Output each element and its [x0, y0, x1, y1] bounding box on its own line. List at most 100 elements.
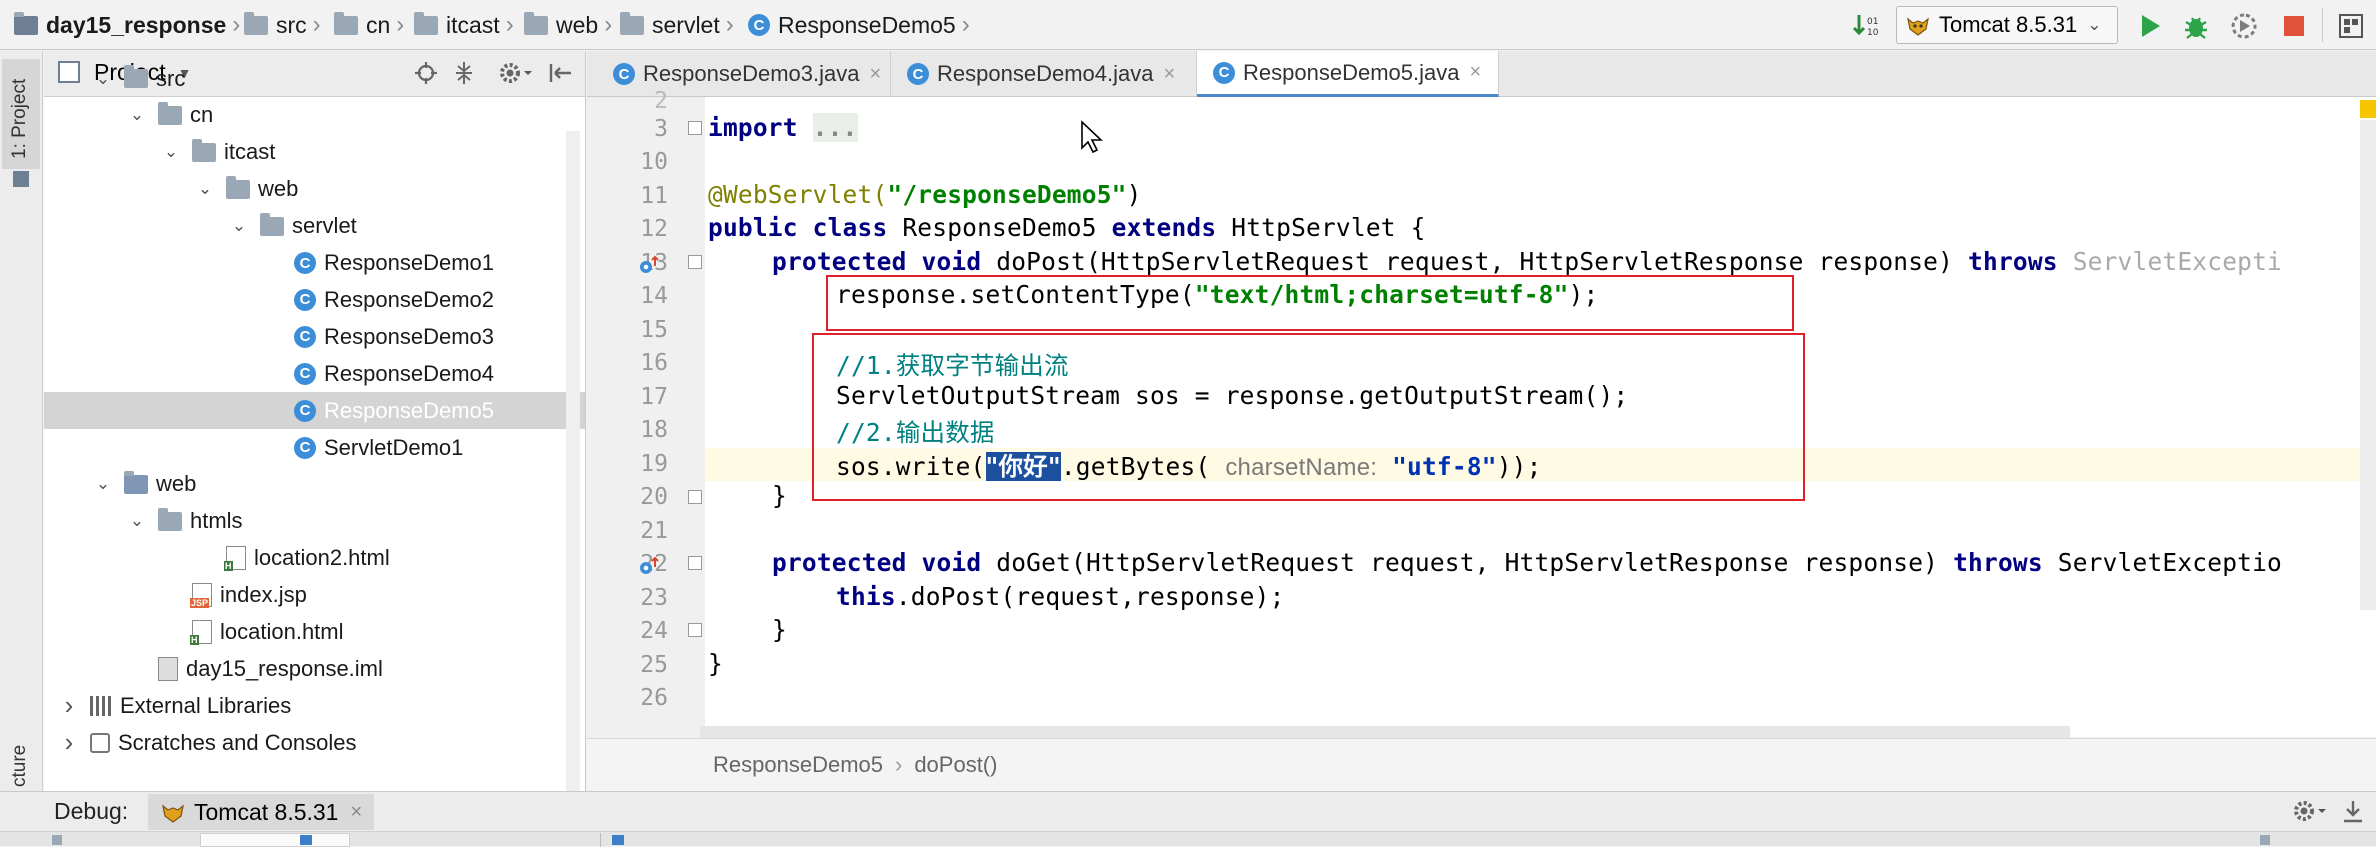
- fold-end-icon[interactable]: [688, 623, 702, 637]
- code-line-23: this.doPost(request,response);: [836, 582, 1285, 611]
- breadcrumb-method[interactable]: doPost(): [914, 752, 997, 778]
- editor-scrollbar[interactable]: [2360, 120, 2376, 610]
- breadcrumb-web[interactable]: web ›: [524, 0, 612, 50]
- debug-icon[interactable]: [2180, 10, 2212, 42]
- fold-collapse-icon[interactable]: [688, 556, 702, 570]
- tree-item-cn[interactable]: ⌄ cn: [44, 97, 585, 134]
- tree-item-servlet[interactable]: ⌄ servlet: [44, 208, 585, 245]
- line-number: 16: [640, 350, 668, 376]
- tree-item-location-html[interactable]: Hlocation.html: [44, 614, 585, 651]
- folded-imports[interactable]: ...: [812, 113, 858, 142]
- tree-item-responsedemo3[interactable]: C ResponseDemo3: [44, 318, 585, 355]
- breadcrumb-servlet[interactable]: servlet ›: [620, 0, 734, 50]
- breadcrumb-label: cn: [366, 11, 391, 38]
- tree-item-web[interactable]: ⌄ web: [44, 171, 585, 208]
- line-number: 17: [640, 384, 668, 410]
- tab-label: ResponseDemo4.java: [937, 61, 1154, 86]
- tree-item-location2-html[interactable]: Hlocation2.html: [44, 540, 585, 577]
- close-icon[interactable]: ×: [1163, 63, 1175, 86]
- project-panel: Project ▼ ⌄src⌄cn⌄itcast⌄web⌄servletCRes…: [44, 51, 586, 791]
- fold-end-icon[interactable]: [688, 490, 702, 504]
- expand-arrow-icon[interactable]: ⌄: [126, 511, 148, 531]
- line-number: 23: [640, 585, 668, 611]
- tree-item-day15-response-iml[interactable]: day15_response.iml: [44, 650, 585, 687]
- iml-file-icon: [158, 656, 178, 681]
- tree-item-htmls[interactable]: ⌄ htmls: [44, 503, 585, 540]
- close-icon[interactable]: ×: [1469, 61, 1481, 84]
- project-structure-icon[interactable]: [2334, 10, 2368, 42]
- tree-item-label: servlet: [292, 213, 357, 239]
- fold-expand-icon[interactable]: [688, 121, 702, 135]
- class-icon: C: [294, 252, 316, 274]
- svg-text:01: 01: [1867, 17, 1878, 27]
- breadcrumb-label: servlet: [652, 11, 720, 38]
- keyword: this: [836, 582, 896, 611]
- code-line-25: }: [708, 649, 723, 678]
- run-configuration-select[interactable]: Tomcat 8.5.31 ⌄: [1896, 6, 2118, 44]
- folder-icon: [620, 11, 644, 35]
- expand-arrow-icon[interactable]: ⌄: [92, 69, 114, 89]
- close-icon[interactable]: ×: [350, 801, 362, 824]
- frames-icon[interactable]: [300, 835, 312, 845]
- tree-item-label: src: [156, 65, 186, 91]
- tree-item-itcast[interactable]: ⌄ itcast: [44, 134, 585, 171]
- sort-icon[interactable]: 01 10: [1850, 10, 1880, 40]
- horizontal-scrollbar[interactable]: [700, 726, 2070, 738]
- run-icon[interactable]: [2134, 10, 2166, 42]
- breadcrumb-class[interactable]: C ResponseDemo5 ›: [748, 0, 970, 50]
- tree-item-responsedemo5[interactable]: C ResponseDemo5: [44, 392, 585, 430]
- keyword: public class: [708, 213, 888, 242]
- tree-item-index-jsp[interactable]: JSP index.jsp: [44, 577, 585, 614]
- expand-arrow-icon[interactable]: ⌄: [160, 142, 182, 162]
- tree-item-scratches-and-consoles[interactable]: › Scratches and Consoles: [44, 724, 585, 761]
- collapse-arrow-icon[interactable]: ›: [58, 690, 80, 721]
- breadcrumb-src[interactable]: src ›: [244, 0, 321, 50]
- line-number: 10: [640, 149, 668, 175]
- expand-arrow-icon[interactable]: ⌄: [126, 105, 148, 125]
- tree-item-responsedemo4[interactable]: C ResponseDemo4: [44, 355, 585, 392]
- tree-item-responsedemo2[interactable]: C ResponseDemo2: [44, 281, 585, 318]
- override-method-icon[interactable]: [638, 254, 660, 276]
- tree-item-external-libraries[interactable]: › External Libraries: [44, 687, 585, 724]
- override-method-icon[interactable]: [638, 555, 660, 577]
- tab-responsedemo5[interactable]: C ResponseDemo5.java ×: [1197, 51, 1499, 97]
- coverage-icon[interactable]: [2228, 10, 2260, 42]
- breadcrumb-cn[interactable]: cn ›: [334, 0, 404, 50]
- settings-gear-icon[interactable]: [2290, 796, 2330, 826]
- close-icon[interactable]: ×: [869, 63, 881, 86]
- breadcrumb-itcast[interactable]: itcast ›: [414, 0, 514, 50]
- fold-collapse-icon[interactable]: [688, 255, 702, 269]
- hide-panel-icon[interactable]: [2338, 796, 2368, 826]
- tree-scrollbar[interactable]: [566, 131, 580, 791]
- folder-icon: [244, 11, 268, 35]
- stop-icon[interactable]: [2278, 10, 2310, 42]
- tree-item-web[interactable]: ⌄ web: [44, 466, 585, 503]
- tree-item-src[interactable]: ⌄ src: [44, 60, 585, 97]
- tree-item-label: ResponseDemo4: [324, 360, 494, 386]
- debug-session-tab[interactable]: Tomcat 8.5.31 ×: [148, 794, 375, 830]
- code-line-3: import ...: [708, 113, 858, 142]
- tree-item-responsedemo1[interactable]: C ResponseDemo1: [44, 245, 585, 282]
- tree-item-servletdemo1[interactable]: C ServletDemo1: [44, 429, 585, 466]
- warning-marker[interactable]: [2360, 100, 2376, 118]
- breadcrumb-class[interactable]: ResponseDemo5: [713, 752, 883, 778]
- expand-arrow-icon[interactable]: ⌄: [92, 474, 114, 494]
- expand-arrow-icon[interactable]: ⌄: [194, 179, 216, 199]
- tab-responsedemo4[interactable]: C ResponseDemo4.java ×: [891, 51, 1197, 97]
- debugger-subtab[interactable]: [200, 833, 350, 847]
- breadcrumb-label: ResponseDemo5: [778, 11, 956, 38]
- layout-icon[interactable]: [2260, 835, 2270, 845]
- structure-tool-label[interactable]: cture: [9, 745, 31, 787]
- folder-icon: [226, 175, 250, 199]
- expand-arrow-icon[interactable]: ⌄: [228, 216, 250, 236]
- breadcrumb-project[interactable]: day15_response ›: [14, 0, 240, 50]
- breadcrumb-label: itcast: [446, 11, 500, 38]
- line-number: 26: [640, 685, 668, 711]
- jsp-file-icon: JSP: [190, 583, 212, 609]
- class-icon: C: [294, 399, 316, 422]
- collapse-arrow-icon[interactable]: ›: [58, 727, 80, 758]
- variables-icon[interactable]: [612, 835, 624, 845]
- project-tool-tab[interactable]: 1: Project: [2, 59, 40, 169]
- debug-toolbar-icon[interactable]: [52, 835, 62, 845]
- project-tool-icon: [13, 171, 29, 187]
